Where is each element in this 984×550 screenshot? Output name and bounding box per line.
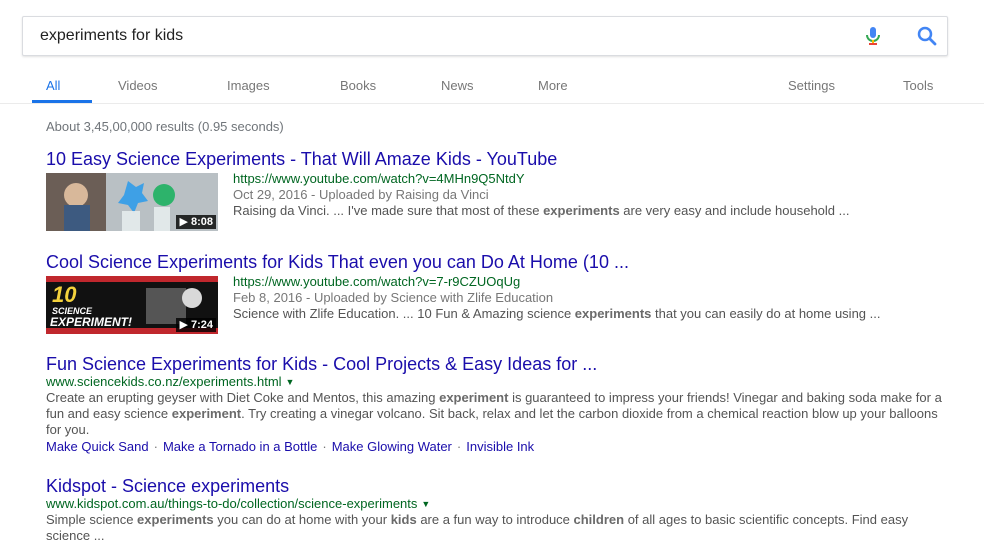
search-result-video: 10 Easy Science Experiments - That Will … bbox=[46, 149, 956, 231]
result-url: https://www.youtube.com/watch?v=4MHn9Q5N… bbox=[233, 171, 525, 186]
sitelink-separator: · bbox=[322, 439, 327, 454]
sitelinks: Make Quick Sand · Make a Tornado in a Bott… bbox=[46, 439, 946, 455]
result-snippet: Raising da Vinci. ... I've made sure tha… bbox=[233, 203, 850, 218]
search-icon[interactable] bbox=[915, 24, 939, 48]
url-dropdown-caret-icon[interactable]: ▼ bbox=[421, 496, 430, 512]
result-snippet: Science with Zlife Education. ... 10 Fun… bbox=[233, 306, 881, 321]
url-dropdown-caret-icon[interactable]: ▼ bbox=[286, 374, 295, 390]
microphone-icon[interactable] bbox=[861, 24, 885, 48]
tabs-divider bbox=[0, 103, 984, 104]
video-result-text: https://www.youtube.com/watch?v=7-r9CZUO… bbox=[233, 274, 953, 322]
video-result-text: https://www.youtube.com/watch?v=4MHn9Q5N… bbox=[233, 171, 953, 219]
sitelink-separator: · bbox=[153, 439, 158, 454]
result-url: https://www.youtube.com/watch?v=7-r9CZUO… bbox=[233, 274, 521, 289]
result-meta: Feb 8, 2016 - Uploaded by Science with Z… bbox=[233, 290, 554, 305]
tab-tools[interactable]: Tools bbox=[903, 78, 933, 93]
tab-all[interactable]: All bbox=[46, 78, 60, 93]
result-title-link[interactable]: Fun Science Experiments for Kids - Cool … bbox=[46, 354, 946, 374]
tab-videos[interactable]: Videos bbox=[118, 78, 158, 93]
result-url: www.sciencekids.co.nz/experiments.html ▼ bbox=[46, 374, 295, 390]
video-duration: ▶ 8:08 bbox=[176, 215, 216, 229]
sitelink-separator: · bbox=[456, 439, 462, 454]
result-title-link[interactable]: Cool Science Experiments for Kids That e… bbox=[46, 252, 956, 272]
search-result: Kidspot - Science experiments www.kidspo… bbox=[46, 476, 946, 544]
tab-books[interactable]: Books bbox=[340, 78, 376, 93]
search-result: Fun Science Experiments for Kids - Cool … bbox=[46, 354, 946, 455]
result-meta: Oct 29, 2016 - Uploaded by Raising da Vi… bbox=[233, 187, 489, 202]
sitelink[interactable]: Make Glowing Water bbox=[332, 439, 452, 454]
tab-settings[interactable]: Settings bbox=[788, 78, 835, 93]
search-result-video: Cool Science Experiments for Kids That e… bbox=[46, 252, 956, 334]
result-title-link[interactable]: 10 Easy Science Experiments - That Will … bbox=[46, 149, 956, 169]
tab-images[interactable]: Images bbox=[227, 78, 270, 93]
sitelink[interactable]: Make Quick Sand bbox=[46, 439, 149, 454]
video-duration: ▶ 7:24 bbox=[176, 318, 216, 332]
sitelink[interactable]: Make a Tornado in a Bottle bbox=[163, 439, 317, 454]
tab-more[interactable]: More bbox=[538, 78, 568, 93]
search-tabs: All Videos Images Books News More Settin… bbox=[0, 70, 984, 104]
video-thumbnail[interactable]: ▶ 8:08 bbox=[46, 173, 218, 231]
tab-news[interactable]: News bbox=[441, 78, 474, 93]
sitelink[interactable]: Invisible Ink bbox=[466, 439, 534, 454]
search-input[interactable] bbox=[40, 17, 820, 55]
result-title-link[interactable]: Kidspot - Science experiments bbox=[46, 476, 946, 496]
thumb-text-experiment: EXPERIMENT! bbox=[50, 315, 132, 329]
search-bar bbox=[22, 16, 948, 56]
video-thumbnail[interactable]: 10 SCIENCE EXPERIMENT! ▶ 7:24 bbox=[46, 276, 218, 334]
thumb-text-number: 10 bbox=[52, 282, 77, 307]
result-snippet: Create an erupting geyser with Diet Coke… bbox=[46, 390, 942, 437]
result-stats: About 3,45,00,000 results (0.95 seconds) bbox=[46, 119, 284, 134]
result-url: www.kidspot.com.au/things-to-do/collecti… bbox=[46, 496, 431, 512]
result-snippet: Simple science experiments you can do at… bbox=[46, 512, 909, 543]
